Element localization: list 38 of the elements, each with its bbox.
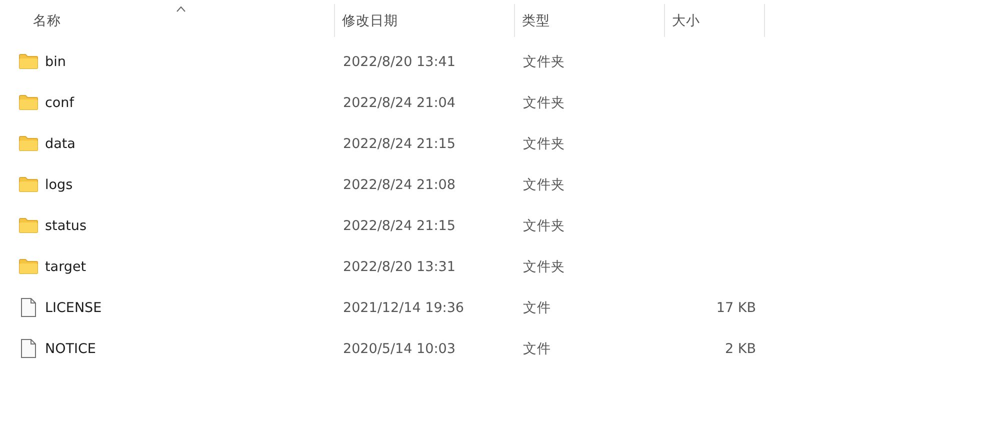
file-name[interactable]: conf — [45, 94, 74, 110]
modified-date: 2022/8/24 21:15 — [343, 218, 456, 234]
column-header[interactable]: 大小 — [672, 12, 700, 30]
file-size: 2 KB — [725, 340, 756, 356]
file-size: 17 KB — [716, 300, 756, 316]
folder-icon — [19, 218, 38, 233]
modified-date: 2022/8/20 13:31 — [343, 258, 456, 274]
modified-date: 2022/8/20 13:41 — [343, 54, 456, 70]
modified-date: 2022/8/24 21:04 — [343, 94, 456, 110]
file-name[interactable]: target — [45, 258, 86, 274]
modified-date: 2022/8/24 21:15 — [343, 136, 456, 152]
file-type: 文件夹 — [523, 52, 565, 70]
folder-icon — [19, 136, 38, 151]
column-header[interactable]: 类型 — [522, 12, 550, 30]
file-name[interactable]: bin — [45, 54, 66, 70]
file-icon — [19, 298, 38, 317]
file-type: 文件 — [523, 298, 551, 316]
folder-icon — [19, 259, 38, 274]
file-type: 文件夹 — [523, 258, 565, 276]
file-type: 文件夹 — [523, 134, 565, 152]
file-type: 文件夹 — [523, 216, 565, 234]
file-name[interactable]: logs — [45, 176, 73, 192]
column-header[interactable]: 修改日期 — [342, 12, 398, 30]
file-name[interactable]: data — [45, 136, 76, 152]
folder-icon — [19, 95, 38, 110]
file-name[interactable]: LICENSE — [45, 300, 102, 316]
column-header[interactable]: 名称 — [33, 12, 61, 30]
file-name[interactable]: NOTICE — [45, 340, 96, 356]
modified-date: 2021/12/14 19:36 — [343, 300, 464, 316]
file-type: 文件夹 — [523, 176, 565, 194]
file-name[interactable]: status — [45, 218, 86, 234]
file-icon — [19, 339, 38, 358]
folder-icon — [19, 177, 38, 192]
modified-date: 2022/8/24 21:08 — [343, 176, 456, 192]
file-type: 文件 — [523, 340, 551, 358]
folder-icon — [19, 54, 38, 69]
file-type: 文件夹 — [523, 94, 565, 112]
modified-date: 2020/5/14 10:03 — [343, 340, 456, 356]
